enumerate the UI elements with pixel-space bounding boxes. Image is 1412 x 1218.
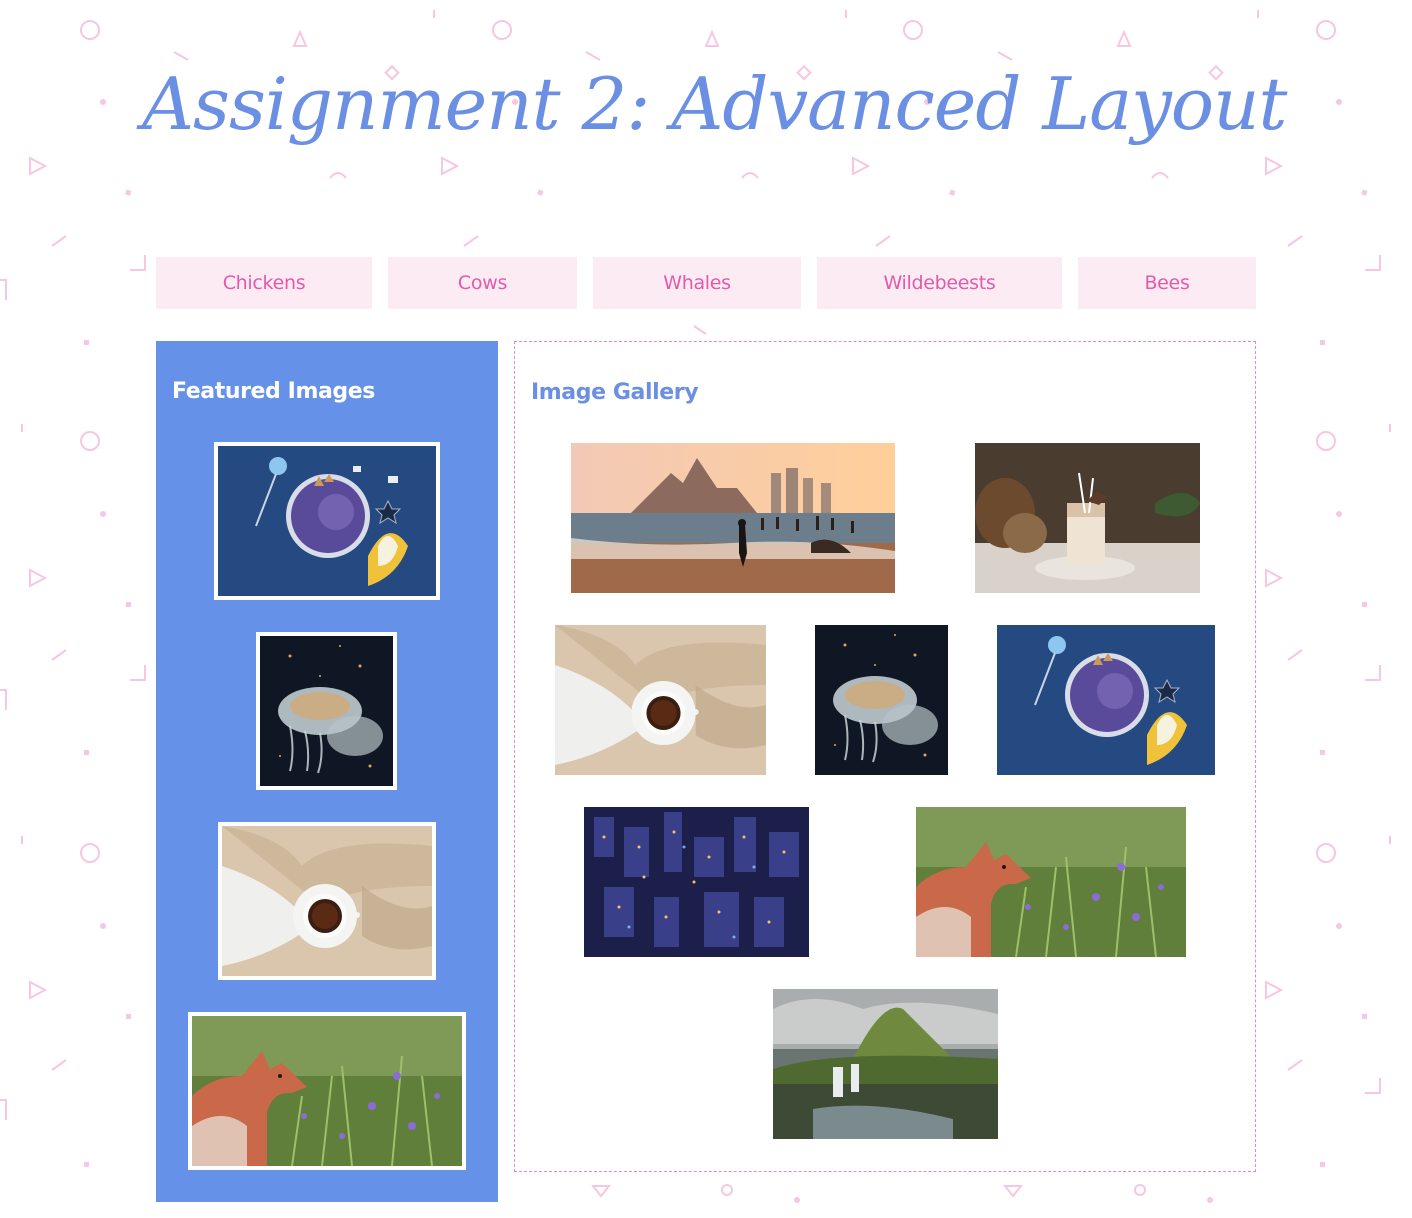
gallery-coconut-drink-image[interactable]: [975, 443, 1200, 593]
featured-tea-cup-image[interactable]: [218, 822, 436, 980]
featured-jellyfish-image[interactable]: [256, 632, 397, 790]
main-nav: Chickens Cows Whales Wildebeests Bees: [156, 257, 1256, 309]
gallery-beach-sunset-image[interactable]: [571, 443, 895, 593]
page-title: Assignment 2: Advanced Layout: [142, 62, 1287, 146]
featured-sidebar: Featured Images: [156, 341, 498, 1202]
gallery-waterfall-mountain-image[interactable]: [773, 989, 998, 1139]
gallery-tea-cup-image[interactable]: [555, 625, 766, 775]
sidebar-title: Featured Images: [172, 379, 375, 404]
gallery-title: Image Gallery: [531, 380, 699, 405]
gallery-city-night-image[interactable]: [584, 807, 809, 957]
gallery-smoothie-bowl-image[interactable]: [997, 625, 1215, 775]
gallery-jellyfish-image[interactable]: [815, 625, 948, 775]
featured-smoothie-bowl-image[interactable]: [214, 442, 440, 600]
nav-item-wildebeests[interactable]: Wildebeests: [817, 257, 1062, 309]
gallery-fox-image[interactable]: [916, 807, 1186, 957]
image-gallery: Image Gallery: [514, 341, 1256, 1172]
nav-item-chickens[interactable]: Chickens: [156, 257, 372, 309]
nav-item-bees[interactable]: Bees: [1078, 257, 1256, 309]
featured-fox-image[interactable]: [188, 1012, 466, 1170]
nav-item-whales[interactable]: Whales: [593, 257, 801, 309]
nav-item-cows[interactable]: Cows: [388, 257, 577, 309]
